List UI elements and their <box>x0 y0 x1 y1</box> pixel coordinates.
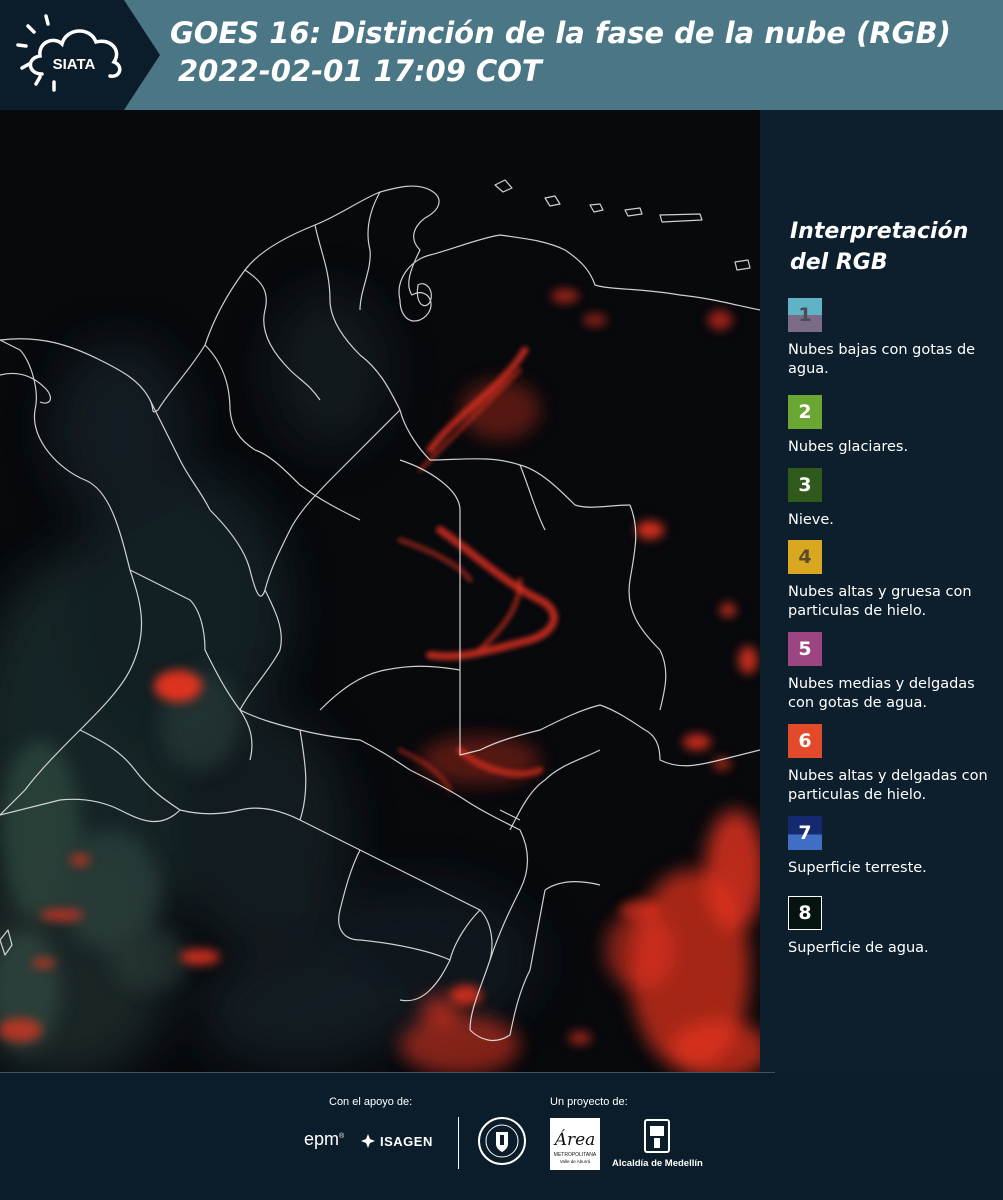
page-title: GOES 16: Distinción de la fase de la nub… <box>170 14 990 90</box>
university-seal-icon <box>478 1117 526 1165</box>
alcaldia-label: Alcaldía de Medellín <box>612 1158 703 1169</box>
legend-label: Nubes altas y delgadas con particulas de… <box>788 768 988 803</box>
legend-swatch-8: 8 <box>788 896 822 930</box>
siata-logo: SIATA <box>16 14 122 92</box>
legend-number: 8 <box>798 902 812 924</box>
svg-text:Valle de Aburrá: Valle de Aburrá <box>560 1159 591 1164</box>
legend-number: 1 <box>798 304 812 326</box>
legend-panel: Interpretación del RGB 1 Nubes bajas con… <box>760 110 1003 1072</box>
legend-swatch-2: 2 <box>788 395 822 429</box>
legend-number: 2 <box>798 401 812 423</box>
legend-swatch-7: 7 <box>788 816 822 850</box>
legend-label: Nubes glaciares. <box>788 439 909 455</box>
legend-label: Superficie terreste. <box>788 860 927 876</box>
legend-number: 4 <box>798 546 812 568</box>
title-line-2-timestamp: 2022-02-01 17:09 COT <box>178 54 542 88</box>
legend-item-7: 7 Superficie terreste. <box>788 816 993 878</box>
legend-item-8: 8 Superficie de agua. <box>788 896 993 958</box>
epm-logo: epm® <box>304 1129 345 1149</box>
legend-title: Interpretación del RGB <box>790 219 969 275</box>
support-label: Con el apoyo de: <box>329 1096 413 1108</box>
svg-text:SIATA: SIATA <box>53 56 96 73</box>
legend-item-2: 2 Nubes glaciares. <box>788 395 993 457</box>
title-line-1: GOES 16: Distinción de la fase de la nub… <box>170 16 951 50</box>
satellite-imagery <box>0 110 760 1072</box>
svg-text:METROPOLITANA: METROPOLITANA <box>554 1152 597 1158</box>
legend-item-6: 6 Nubes altas y delgadas con particulas … <box>788 724 993 805</box>
project-label: Un proyecto de: <box>550 1096 628 1108</box>
isagen-logo: ISAGEN <box>360 1133 433 1149</box>
legend-label: Nubes altas y gruesa con particulas de h… <box>788 584 972 619</box>
footer: Con el apoyo de: Un proyecto de: epm® IS… <box>0 1072 1003 1200</box>
legend-number: 7 <box>798 822 812 844</box>
footer-divider-line <box>0 1072 775 1073</box>
legend-number: 3 <box>798 474 812 496</box>
legend-swatch-6: 6 <box>788 724 822 758</box>
legend-swatch-1: 1 <box>788 298 822 332</box>
legend-label: Nubes bajas con gotas de agua. <box>788 342 976 377</box>
footer-vertical-divider <box>458 1117 459 1169</box>
legend-swatch-4: 4 <box>788 540 822 574</box>
satellite-map <box>0 110 760 1072</box>
area-metropolitana-logo: Área METROPOLITANA Valle de Aburrá <box>550 1118 600 1170</box>
medellin-shield-icon <box>644 1119 670 1153</box>
isagen-mark-icon <box>361 1134 375 1148</box>
legend-number: 6 <box>798 730 812 752</box>
legend-item-4: 4 Nubes altas y gruesa con particulas de… <box>788 540 993 621</box>
legend-item-5: 5 Nubes medias y delgadas con gotas de a… <box>788 632 993 713</box>
legend-label: Superficie de agua. <box>788 940 929 956</box>
legend-item-3: 3 Nieve. <box>788 468 993 530</box>
legend-swatch-5: 5 <box>788 632 822 666</box>
legend-label: Nubes medias y delgadas con gotas de agu… <box>788 676 975 711</box>
alcaldia-logo: Alcaldía de Medellín <box>612 1118 703 1170</box>
svg-text:Área: Área <box>553 1129 596 1150</box>
legend-label: Nieve. <box>788 512 834 528</box>
legend-number: 5 <box>798 638 812 660</box>
legend-swatch-3: 3 <box>788 468 822 502</box>
legend-item-1: 1 Nubes bajas con gotas de agua. <box>788 298 993 379</box>
header: SIATA GOES 16: Distinción de la fase de … <box>0 0 1003 110</box>
